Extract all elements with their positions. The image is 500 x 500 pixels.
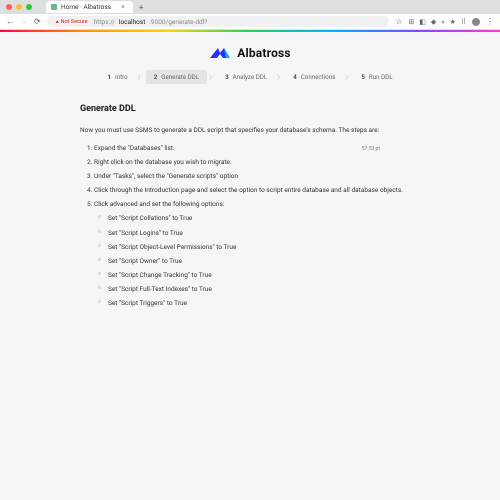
list-item-text: Click advanced and set the following opt… [94,200,224,208]
chevron-right-icon: 〉 [343,73,353,82]
traffic-light-minimize[interactable] [16,4,22,10]
list-item: Set "Script Object-Level Permissions" to… [98,243,420,252]
new-tab-button[interactable]: + [139,3,144,12]
url-protocol: https:// [94,18,115,26]
page: Albatross 1Intro 〉 2Generate DDL 〉 3Anal… [0,32,500,500]
window-titlebar: Home · Albatross × + [0,0,500,14]
traffic-light-close[interactable] [6,4,12,10]
brand-row: Albatross [0,32,500,70]
profile-avatar[interactable] [472,18,480,26]
list-item: Click through the Introduction page and … [94,186,420,195]
star-icon[interactable]: ☆ [395,17,402,26]
omnibox[interactable]: ▲ Not Secure https:// localhost:9000/gene… [47,16,390,27]
browser-chrome: Home · Albatross × + ← → ⟳ ▲ Not Secure … [0,0,500,32]
step-generate-ddl[interactable]: 2Generate DDL [146,70,207,84]
list-item: Right click on the database you wish to … [94,158,420,167]
extensions-puzzle-icon[interactable]: ⠿ [461,18,466,26]
extension-icon[interactable]: ◆ [431,18,436,26]
chevron-right-icon: 〉 [136,73,146,82]
back-icon[interactable]: ← [6,17,14,26]
options-sublist: Set "Script Collations" to True Set "Scr… [94,214,420,308]
stepper: 1Intro 〉 2Generate DDL 〉 3Analyze DDL 〉 … [0,70,500,84]
step-intro[interactable]: 1Intro [99,70,135,84]
step-connections[interactable]: 4Connections [285,70,343,84]
list-item: Set "Script Collations" to True [98,214,420,223]
list-item: Set "Script Full-Text Indexes" to True [98,285,420,294]
step-analyze-ddl[interactable]: 3Analyze DDL [217,70,275,84]
forward-icon: → [20,17,28,26]
extension-icon[interactable]: ◧ [419,18,426,26]
content: Generate DDL Now you must use SSMS to ge… [80,104,420,308]
chevron-right-icon: 〉 [207,73,217,82]
extension-icon[interactable]: ⊞ [408,18,414,26]
list-item: Set "Script Triggers" to True [98,299,420,308]
tab-favicon [51,4,57,10]
list-item: Under "Tasks", select the "Generate scri… [94,172,420,181]
brand-name: Albatross [237,46,291,60]
not-secure-badge[interactable]: ▲ Not Secure [53,19,90,25]
instructions-list: Expand the "Databases" list. 57.53 pt Ri… [80,144,420,308]
list-item: Click advanced and set the following opt… [94,200,420,308]
reload-icon[interactable]: ⟳ [34,17,41,26]
list-item: Set "Script Owner" to True [98,257,420,266]
chevron-right-icon: 〉 [275,73,285,82]
list-item: Set "Script Change Tracking" to True [98,271,420,280]
url-path: :9000/generate-ddl? [149,18,207,26]
list-item-text: Expand the "Databases" list. [94,144,175,153]
extension-icon[interactable]: » [441,18,444,26]
page-title: Generate DDL [80,104,420,114]
traffic-light-zoom[interactable] [26,4,32,10]
intro-text: Now you must use SSMS to generate a DDL … [80,126,420,134]
browser-tab[interactable]: Home · Albatross × [46,1,133,13]
brand-logo-icon [209,46,231,60]
not-secure-label: Not Secure [61,19,88,25]
list-item: Set "Script Logins" to True [98,229,420,238]
step-run-ddl[interactable]: 5Run DDL [353,70,400,84]
list-item: Expand the "Databases" list. 57.53 pt [94,144,420,153]
extension-icon[interactable]: ★ [450,18,456,26]
tiny-pt-label: 57.53 pt [362,146,380,153]
tab-title: Home · Albatross [61,3,111,11]
tab-close-icon[interactable]: × [121,3,125,11]
url-host: localhost [119,18,146,26]
kebab-menu-icon[interactable]: ⋮ [486,17,494,26]
address-bar-row: ← → ⟳ ▲ Not Secure https:// localhost:900… [0,14,500,30]
warning-triangle-icon: ▲ [55,19,60,25]
extension-icons: ⊞ ◧ ◆ » ★ ⠿ [408,18,466,26]
